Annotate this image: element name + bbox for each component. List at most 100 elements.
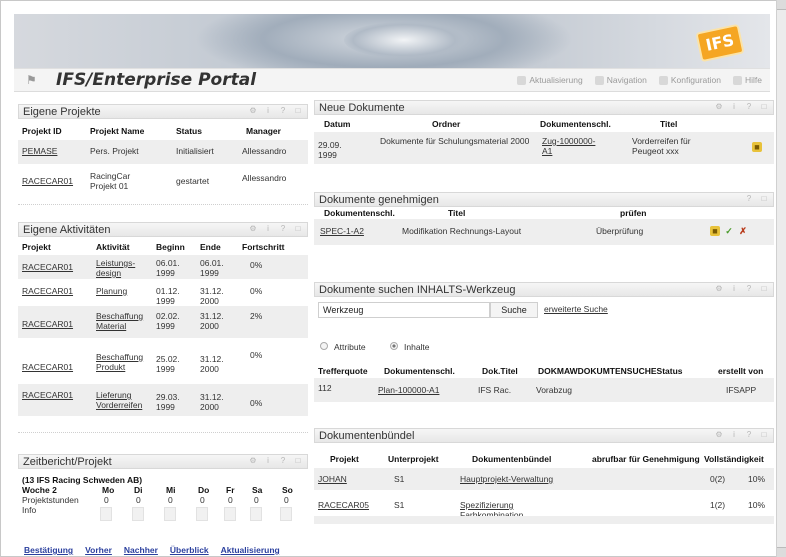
activity-link[interactable]: Beschaffung Material bbox=[96, 311, 146, 331]
bundle-project-link[interactable]: JOHAN bbox=[318, 474, 347, 484]
activity-project-link[interactable]: RACECAR01 bbox=[22, 262, 73, 272]
minimize-icon[interactable]: □ bbox=[294, 457, 302, 465]
vertical-scrollbar[interactable] bbox=[776, 0, 786, 557]
help-icon[interactable]: ? bbox=[745, 195, 753, 203]
info-input-cell[interactable] bbox=[196, 507, 208, 521]
bestaetigung-link[interactable]: Bestätigung bbox=[24, 545, 73, 555]
info-icon[interactable]: i bbox=[730, 431, 738, 439]
settings-icon[interactable]: ⚙ bbox=[249, 457, 257, 465]
radio-attribute[interactable] bbox=[320, 342, 328, 350]
col-ende: Ende bbox=[200, 242, 221, 252]
settings-icon[interactable]: ⚙ bbox=[249, 107, 257, 115]
nachher-link[interactable]: Nachher bbox=[124, 545, 158, 555]
panel-dokumentenbuendel: Dokumentenbündel ⚙ i? □ Projekt Unterproje… bbox=[314, 428, 774, 532]
activity-link[interactable]: Lieferung Vorderreifen bbox=[96, 390, 146, 410]
minimize-icon[interactable]: □ bbox=[760, 195, 768, 203]
settings-icon[interactable]: ⚙ bbox=[715, 103, 723, 111]
bundle-link[interactable]: Hauptprojekt-Verwaltung bbox=[460, 474, 553, 484]
activity-project-link[interactable]: RACECAR01 bbox=[22, 390, 73, 400]
col-aktivitaet: Aktivität bbox=[96, 242, 130, 252]
minimize-icon[interactable]: □ bbox=[760, 431, 768, 439]
scroll-up-button[interactable] bbox=[777, 0, 786, 10]
aktualisierung-link[interactable]: Aktualisierung bbox=[221, 545, 280, 555]
col-status: DOKMAWDOKUMTENSUCHEStatus bbox=[538, 366, 683, 376]
help-icon[interactable]: ? bbox=[279, 225, 287, 233]
col-erstellt-von: erstellt von bbox=[718, 366, 764, 376]
view-document-icon[interactable]: ■ bbox=[710, 226, 720, 236]
info-input-cell[interactable] bbox=[280, 507, 292, 521]
project-id-link[interactable]: PEMASE bbox=[22, 146, 57, 156]
info-input-cell[interactable] bbox=[132, 507, 144, 521]
activity-project-link[interactable]: RACECAR01 bbox=[22, 362, 73, 372]
nav-aktualisierung[interactable]: Aktualisierung bbox=[517, 75, 583, 85]
activity-beginn: 25.02. 1999 bbox=[156, 354, 180, 374]
col-projekt-id: Projekt ID bbox=[22, 126, 62, 136]
bundle-vollstaendigkeit: 10% bbox=[748, 500, 766, 510]
info-input-cell[interactable] bbox=[164, 507, 176, 521]
minimize-icon[interactable]: □ bbox=[294, 225, 302, 233]
result-titel: IFS Rac. bbox=[478, 385, 512, 395]
help-icon[interactable]: ? bbox=[745, 431, 753, 439]
panel-eigene-aktivitaeten: Eigene Aktivitäten ⚙ i? □ Projekt Aktivitä… bbox=[18, 222, 308, 438]
help-icon[interactable]: ? bbox=[745, 285, 753, 293]
info-row-label: Info bbox=[22, 505, 37, 515]
settings-icon[interactable]: ⚙ bbox=[715, 431, 723, 439]
doc-ordner: Dokumente für Schulungsmaterial 2000 bbox=[380, 136, 530, 146]
minimize-icon[interactable]: □ bbox=[760, 285, 768, 293]
vorher-link[interactable]: Vorher bbox=[85, 545, 112, 555]
doc-key-link[interactable]: Zug-1000000-A1 bbox=[542, 136, 602, 156]
nav-konfiguration[interactable]: Konfiguration bbox=[658, 75, 721, 85]
day-header: Fr bbox=[226, 485, 235, 495]
info-input-cell[interactable] bbox=[224, 507, 236, 521]
minimize-icon[interactable]: □ bbox=[294, 107, 302, 115]
activity-project-link[interactable]: RACECAR01 bbox=[22, 286, 73, 296]
bundle-project-link[interactable]: RACECAR05 bbox=[318, 500, 369, 510]
open-document-icon[interactable]: ■ bbox=[752, 142, 762, 152]
ueberblick-link[interactable]: Überblick bbox=[170, 545, 209, 555]
info-icon[interactable]: i bbox=[730, 103, 738, 111]
col-projekt-name: Projekt Name bbox=[90, 126, 145, 136]
info-icon[interactable]: i bbox=[264, 457, 272, 465]
nav-navigation[interactable]: Navigation bbox=[594, 75, 647, 85]
activity-link[interactable]: Beschaffung Produkt bbox=[96, 352, 146, 372]
help-icon bbox=[732, 75, 742, 85]
help-icon[interactable]: ? bbox=[279, 107, 287, 115]
activity-link[interactable]: Planung bbox=[96, 286, 127, 296]
info-icon[interactable]: i bbox=[264, 107, 272, 115]
home-icon[interactable]: ⚑ bbox=[26, 74, 38, 86]
help-icon[interactable]: ? bbox=[279, 457, 287, 465]
search-button[interactable]: Suche bbox=[490, 302, 538, 318]
project-manager: Allessandro bbox=[242, 146, 287, 156]
header-banner: IFS bbox=[14, 14, 770, 68]
approval-doc-link[interactable]: SPEC-1-A2 bbox=[320, 226, 364, 236]
banner-graphic-highlight bbox=[344, 22, 464, 58]
activity-project-link[interactable]: RACECAR01 bbox=[22, 319, 73, 329]
info-icon[interactable]: i bbox=[730, 285, 738, 293]
day-header: So bbox=[282, 485, 293, 495]
search-input[interactable]: Werkzeug bbox=[318, 302, 490, 318]
help-icon[interactable]: ? bbox=[745, 103, 753, 111]
advanced-search-link[interactable]: erweiterte Suche bbox=[544, 304, 608, 314]
approve-icon[interactable]: ✓ bbox=[724, 226, 734, 236]
hours-value: 0 bbox=[254, 495, 259, 505]
radio-inhalte[interactable] bbox=[390, 342, 398, 350]
nav-hilfe[interactable]: Hilfe bbox=[732, 75, 762, 85]
col-doktitel: Dok.Titel bbox=[482, 366, 518, 376]
minimize-icon[interactable]: □ bbox=[760, 103, 768, 111]
hours-value: 0 bbox=[136, 495, 141, 505]
settings-icon[interactable]: ⚙ bbox=[249, 225, 257, 233]
radio-inhalte-label: Inhalte bbox=[404, 342, 430, 352]
panel-controls: ⚙ i? □ bbox=[249, 457, 302, 465]
activity-link[interactable]: Leistungs-design bbox=[96, 258, 146, 278]
info-input-cell[interactable] bbox=[100, 507, 112, 521]
navigation-icon bbox=[594, 75, 604, 85]
reject-icon[interactable]: ✗ bbox=[738, 226, 748, 236]
info-icon[interactable]: i bbox=[264, 225, 272, 233]
info-input-cell[interactable] bbox=[250, 507, 262, 521]
scroll-down-button[interactable] bbox=[777, 547, 786, 557]
settings-icon[interactable]: ⚙ bbox=[715, 285, 723, 293]
result-doc-link[interactable]: Plan-100000-A1 bbox=[378, 385, 439, 395]
portal-title-bar: ⚑ IFS/Enterprise Portal Aktualisierung N… bbox=[14, 68, 770, 92]
doc-titel: Vorderreifen für Peugeot xxx bbox=[632, 136, 691, 156]
project-id-link[interactable]: RACECAR01 bbox=[22, 176, 73, 186]
